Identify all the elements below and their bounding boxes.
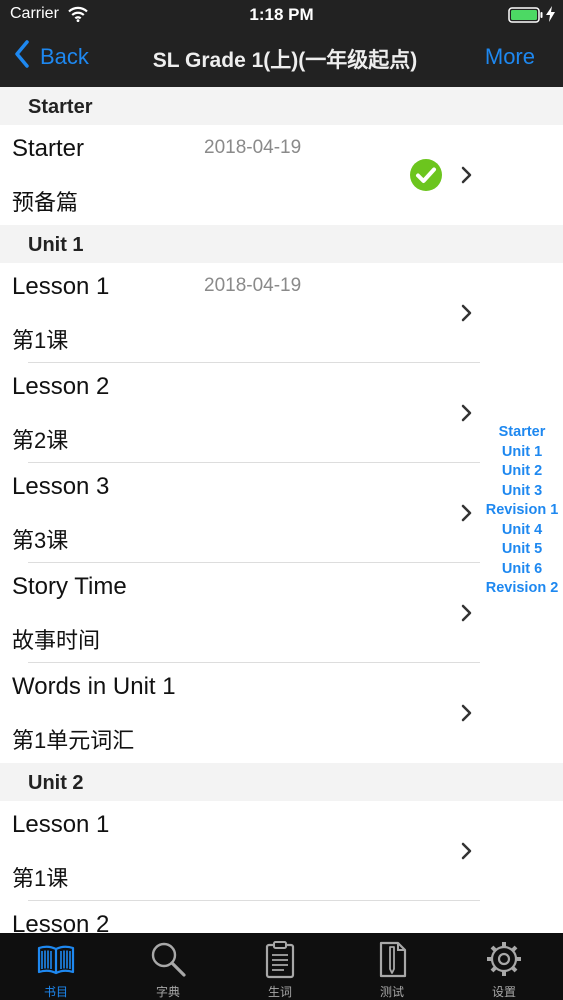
section-header-unit-1: Unit 1 [0, 225, 563, 263]
item-subtitle: 故事时间 [12, 628, 101, 653]
chevron-right-icon [461, 842, 473, 865]
status-bar: Carrier 1:18 PM [0, 0, 563, 30]
list-item[interactable]: Lesson 1 第1课 [0, 801, 563, 901]
tab-new-words[interactable]: 生词 [224, 933, 336, 1000]
book-icon [36, 939, 76, 979]
back-button-label: Back [40, 44, 89, 69]
section-header-unit-2: Unit 2 [0, 763, 563, 801]
tab-label: 生词 [267, 985, 292, 999]
tab-label: 测试 [379, 985, 404, 999]
list-item[interactable]: Lesson 1 2018-04-19 第1课 [0, 263, 563, 363]
index-item-starter[interactable]: Starter [483, 423, 561, 443]
item-title: Lesson 2 [12, 373, 110, 400]
test-paper-icon [372, 939, 412, 979]
index-item-unit-2[interactable]: Unit 2 [483, 462, 561, 482]
index-item-unit-3[interactable]: Unit 3 [483, 482, 561, 502]
back-chevron-icon [14, 40, 40, 74]
completed-check-icon [409, 158, 443, 197]
item-subtitle: 第3课 [12, 528, 69, 553]
item-subtitle: 第1课 [12, 328, 69, 353]
item-subtitle: 预备篇 [12, 190, 79, 215]
tab-bar: 书目 字典 生词 测试 设置 [0, 933, 563, 1000]
gear-icon [484, 939, 524, 979]
index-item-revision-2[interactable]: Revision 2 [483, 579, 561, 599]
chevron-right-icon [461, 704, 473, 727]
index-item-unit-6[interactable]: Unit 6 [483, 560, 561, 580]
chevron-right-icon [461, 504, 473, 527]
index-item-unit-4[interactable]: Unit 4 [483, 521, 561, 541]
item-title: Lesson 1 [12, 273, 110, 300]
tab-test[interactable]: 测试 [336, 933, 448, 1000]
item-date: 2018-04-19 [204, 137, 302, 158]
item-title: Words in Unit 1 [12, 673, 176, 700]
section-index[interactable]: Starter Unit 1 Unit 2 Unit 3 Revision 1 … [483, 423, 561, 599]
tab-books[interactable]: 书目 [0, 933, 112, 1000]
chevron-right-icon [461, 304, 473, 327]
chevron-right-icon [461, 604, 473, 627]
list-item[interactable]: Lesson 2 第2课 [0, 363, 563, 463]
item-title: Starter [12, 135, 85, 162]
more-button[interactable]: More [485, 44, 535, 70]
charging-bolt-icon [546, 6, 555, 27]
chevron-right-icon [461, 404, 473, 427]
list-item[interactable]: Lesson 2 [0, 901, 563, 933]
item-subtitle: 第1单元词汇 [12, 728, 135, 753]
item-subtitle: 第1课 [12, 866, 69, 891]
list-item[interactable]: Story Time 故事时间 [0, 563, 563, 663]
battery-icon [508, 7, 544, 28]
item-title: Story Time [12, 573, 127, 600]
item-subtitle: 第2课 [12, 428, 69, 453]
index-item-revision-1[interactable]: Revision 1 [483, 501, 561, 521]
list-item[interactable]: Starter 2018-04-19 预备篇 [0, 125, 563, 225]
tab-label: 书目 [43, 985, 68, 999]
index-item-unit-1[interactable]: Unit 1 [483, 443, 561, 463]
clock: 1:18 PM [249, 5, 314, 24]
list-item[interactable]: Lesson 3 第3课 [0, 463, 563, 563]
item-title: Lesson 2 [12, 911, 110, 933]
lesson-list[interactable]: Starter Starter 2018-04-19 预备篇 Unit 1 Le… [0, 87, 563, 933]
tab-dictionary[interactable]: 字典 [112, 933, 224, 1000]
magnifier-icon [148, 939, 188, 979]
tab-settings[interactable]: 设置 [448, 933, 560, 1000]
chevron-right-icon [461, 166, 473, 189]
tab-label: 字典 [155, 985, 180, 999]
list-item[interactable]: Words in Unit 1 第1单元词汇 [0, 663, 563, 763]
page-title: SL Grade 1(上)(一年级起点) [152, 49, 418, 72]
item-title: Lesson 3 [12, 473, 110, 500]
clipboard-icon [260, 939, 300, 979]
item-title: Lesson 1 [12, 811, 110, 838]
item-date: 2018-04-19 [204, 275, 302, 296]
section-header-starter: Starter [0, 87, 563, 125]
tab-label: 设置 [491, 985, 516, 999]
back-button[interactable]: Back [14, 40, 89, 74]
navigation-bar: Back SL Grade 1(上)(一年级起点) More [0, 30, 563, 87]
index-item-unit-5[interactable]: Unit 5 [483, 540, 561, 560]
